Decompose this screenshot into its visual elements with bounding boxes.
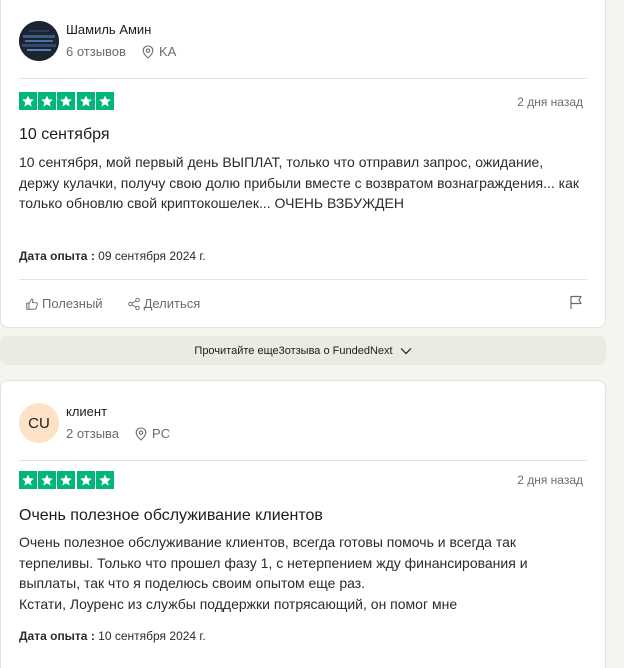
experience-date: Дата опыта : 10 сентября 2024 г. — [19, 629, 206, 643]
divider — [19, 78, 587, 79]
useful-label: Полезный — [42, 296, 103, 311]
share-icon — [127, 297, 140, 310]
reviewer-profile[interactable]: Шамиль Амин 6 отзывов KA — [19, 21, 176, 61]
experience-value: 09 сентября 2024 г. — [98, 249, 206, 263]
review-count: 2 отзыва — [66, 426, 120, 441]
flag-button[interactable] — [569, 295, 583, 315]
star-rating — [19, 471, 115, 489]
review-count: 6 отзывов — [66, 44, 126, 59]
star-icon — [57, 92, 76, 110]
divider — [19, 460, 587, 461]
star-icon — [19, 92, 37, 110]
review-body: Очень полезное обслуживание клиентов, вс… — [19, 534, 528, 612]
avatar[interactable] — [19, 21, 59, 61]
star-icon — [38, 92, 57, 110]
avatar[interactable]: CU — [19, 403, 59, 443]
reviewer-name[interactable]: клиент — [66, 404, 170, 420]
star-icon — [76, 471, 95, 489]
share-label: Делиться — [143, 296, 201, 311]
divider — [19, 279, 587, 280]
experience-date: Дата опыта : 09 сентября 2024 г. — [19, 249, 206, 263]
review-title[interactable]: 10 сентября — [19, 126, 110, 144]
read-more-reviews-button[interactable]: Прочитайте еще3отзыва о FundedNext — [0, 336, 606, 365]
experience-value: 10 сентября 2024 г. — [98, 629, 206, 643]
star-rating — [19, 92, 115, 110]
chevron-down-icon — [400, 347, 412, 354]
reviewer-country: KA — [158, 44, 177, 59]
star-icon — [38, 471, 57, 489]
star-icon — [57, 471, 76, 489]
reviewer-name[interactable]: Шамиль Амин — [66, 22, 176, 38]
review-title[interactable]: Очень полезное обслуживание клиентов — [19, 507, 323, 525]
review-actions: Полезный Делиться — [25, 296, 224, 311]
reviewer-country: PC — [152, 426, 171, 441]
share-button[interactable]: Делиться — [127, 296, 201, 311]
experience-label: Дата опыта : — [19, 629, 95, 643]
review-date: 2 дня назад — [517, 473, 583, 487]
review-body: 10 сентября, мой первый день ВЫПЛАТ, тол… — [19, 154, 579, 211]
experience-label: Дата опыта : — [19, 249, 95, 263]
star-icon — [19, 471, 37, 489]
star-icon — [76, 92, 95, 110]
review-card: CU клиент 2 отзыва PC 2 дня назад Очень … — [0, 380, 606, 668]
reviewer-profile[interactable]: CU клиент 2 отзыва PC — [19, 403, 170, 443]
review-card: Шамиль Амин 6 отзывов KA 2 дня назад 10 … — [0, 0, 606, 328]
thumbs-up-icon — [26, 297, 38, 310]
location-pin-icon — [135, 426, 147, 441]
flag-icon — [570, 295, 582, 309]
star-icon — [95, 92, 114, 110]
star-icon — [95, 471, 114, 489]
useful-button[interactable]: Полезный — [25, 296, 103, 311]
location-pin-icon — [142, 44, 154, 59]
read-more-label: Прочитайте еще3отзыва о FundedNext — [194, 344, 393, 357]
review-date: 2 дня назад — [517, 95, 583, 109]
